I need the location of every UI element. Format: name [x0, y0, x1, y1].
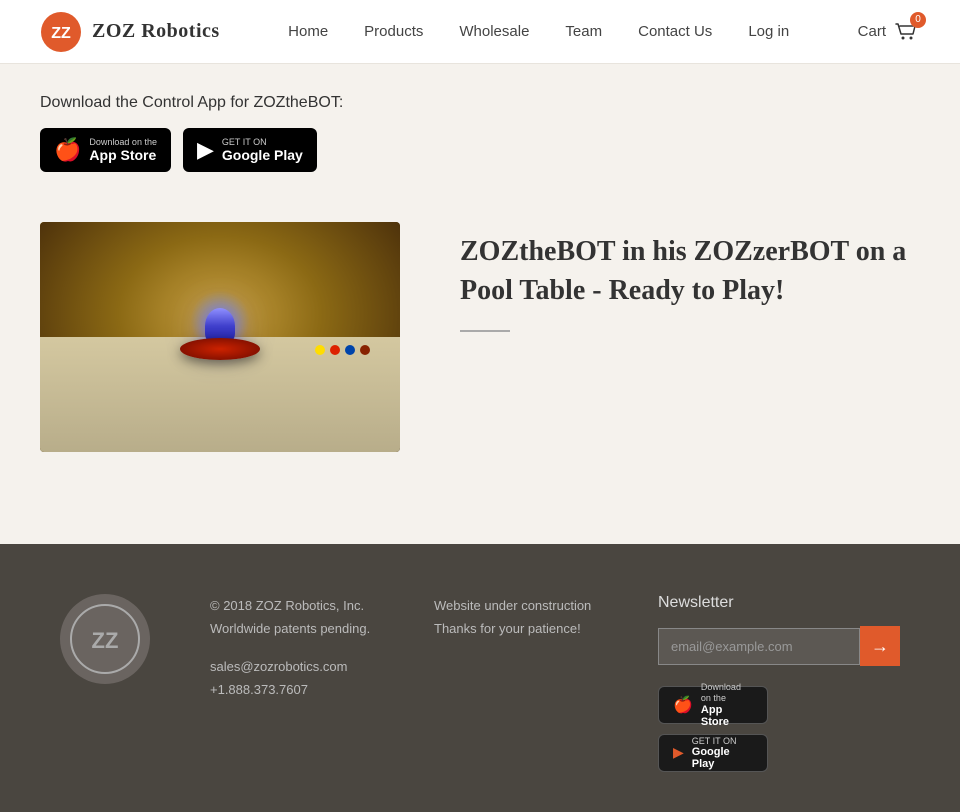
footer-email[interactable]: sales@zozrobotics.com	[210, 659, 347, 674]
header: ZZ ZOZ Robotics Home Products Wholesale …	[0, 0, 960, 64]
footer-app-store-large: App Store	[701, 704, 753, 728]
footer-app-store-badge[interactable]: 🍎 Download on the App Store	[658, 686, 768, 724]
footer-app-badges: 🍎 Download on the App Store ▶ GET IT ON …	[658, 686, 900, 772]
newsletter-title: Newsletter	[658, 594, 900, 612]
robot-disc	[180, 338, 260, 360]
footer-google-play-icon: ▶	[673, 745, 684, 762]
product-image	[40, 222, 400, 452]
app-store-small-text: Download on the	[89, 137, 157, 148]
logo-link[interactable]: ZZ ZOZ Robotics	[40, 11, 220, 53]
cart-icon-wrap: 0	[892, 18, 920, 46]
footer-apple-icon: 🍎	[673, 695, 693, 715]
footer-logo-svg: ZZ	[70, 604, 140, 674]
product-divider	[460, 330, 510, 332]
svg-text:ZZ: ZZ	[92, 628, 119, 653]
cart-badge: 0	[910, 12, 926, 28]
google-play-badge[interactable]: ▶ GET IT ON Google Play	[183, 128, 317, 172]
footer-company-col: © 2018 ZOZ Robotics, Inc. Worldwide pate…	[210, 594, 374, 702]
google-play-icon: ▶	[197, 137, 214, 163]
newsletter-form: →	[658, 626, 900, 666]
newsletter-submit-button[interactable]: →	[860, 626, 900, 666]
app-store-large-text: App Store	[89, 147, 157, 163]
nav-login[interactable]: Log in	[748, 23, 789, 40]
apple-icon: 🍎	[54, 137, 81, 163]
google-play-large-text: Google Play	[222, 147, 303, 163]
footer-patience: Thanks for your patience!	[434, 617, 598, 640]
cart-label: Cart	[858, 23, 886, 40]
google-play-small-text: GET IT ON	[222, 137, 303, 148]
logo-icon: ZZ	[40, 11, 82, 53]
main-content: Download the Control App for ZOZtheBOT: …	[0, 64, 960, 544]
footer-status-col: Website under construction Thanks for yo…	[434, 594, 598, 641]
main-nav: Home Products Wholesale Team Contact Us …	[288, 23, 789, 40]
robot-scene	[40, 222, 400, 452]
robot-body	[180, 300, 260, 360]
footer-patents: Worldwide patents pending.	[210, 617, 374, 640]
footer-google-play-small: GET IT ON	[692, 736, 753, 747]
footer-google-play-badge[interactable]: ▶ GET IT ON Google Play	[658, 734, 768, 772]
footer: ZZ © 2018 ZOZ Robotics, Inc. Worldwide p…	[0, 544, 960, 812]
footer-newsletter: Newsletter → 🍎 Download on the App Store…	[658, 594, 900, 772]
nav-wholesale[interactable]: Wholesale	[459, 23, 529, 40]
arrow-right-icon: →	[871, 636, 889, 657]
newsletter-email-input[interactable]	[658, 628, 860, 665]
product-title: ZOZtheBOT in his ZOZzerBOT on a Pool Tab…	[460, 232, 920, 310]
footer-app-store-small: Download on the	[701, 682, 753, 704]
svg-text:ZZ: ZZ	[51, 25, 71, 42]
footer-website-status: Website under construction	[434, 594, 598, 617]
footer-copyright: © 2018 ZOZ Robotics, Inc.	[210, 594, 374, 617]
cart-button[interactable]: Cart 0	[858, 18, 920, 46]
footer-phone: +1.888.373.7607	[210, 682, 308, 697]
footer-google-play-large: Google Play	[692, 746, 753, 770]
pool-balls	[315, 345, 370, 355]
product-section: ZOZtheBOT in his ZOZzerBOT on a Pool Tab…	[40, 222, 920, 452]
footer-logo: ZZ	[60, 594, 150, 684]
nav-team[interactable]: Team	[565, 23, 602, 40]
download-heading: Download the Control App for ZOZtheBOT:	[40, 94, 920, 112]
nav-home[interactable]: Home	[288, 23, 328, 40]
product-info: ZOZtheBOT in his ZOZzerBOT on a Pool Tab…	[460, 222, 920, 332]
app-badges-section: 🍎 Download on the App Store ▶ GET IT ON …	[40, 128, 920, 172]
app-store-badge[interactable]: 🍎 Download on the App Store	[40, 128, 171, 172]
footer-logo-icon: ZZ	[60, 594, 150, 684]
nav-contact[interactable]: Contact Us	[638, 23, 712, 40]
brand-name: ZOZ Robotics	[92, 20, 220, 43]
nav-products[interactable]: Products	[364, 23, 423, 40]
